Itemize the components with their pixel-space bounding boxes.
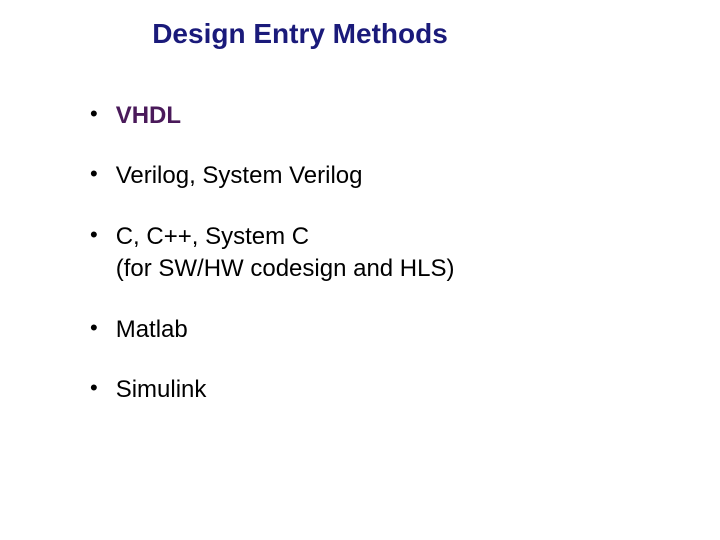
list-item-text: Verilog, System Verilog — [116, 160, 363, 192]
list-item: • C, C++, System C(for SW/HW codesign an… — [90, 221, 720, 286]
list-item: • Matlab — [90, 314, 720, 346]
list-item: • Simulink — [90, 374, 720, 406]
list-item-text: Simulink — [116, 374, 207, 406]
bullet-icon: • — [90, 221, 98, 250]
bullet-icon: • — [90, 100, 98, 129]
list-item: • Verilog, System Verilog — [90, 160, 720, 192]
bullet-list: • VHDL • Verilog, System Verilog • C, C+… — [0, 100, 720, 406]
bullet-icon: • — [90, 160, 98, 189]
bullet-icon: • — [90, 374, 98, 403]
bullet-icon: • — [90, 314, 98, 343]
list-item-text: Matlab — [116, 314, 188, 346]
slide-title: Design Entry Methods — [0, 18, 720, 50]
list-item: • VHDL — [90, 100, 720, 132]
list-item-text: C, C++, System C(for SW/HW codesign and … — [116, 221, 455, 286]
list-item-text: VHDL — [116, 100, 181, 132]
